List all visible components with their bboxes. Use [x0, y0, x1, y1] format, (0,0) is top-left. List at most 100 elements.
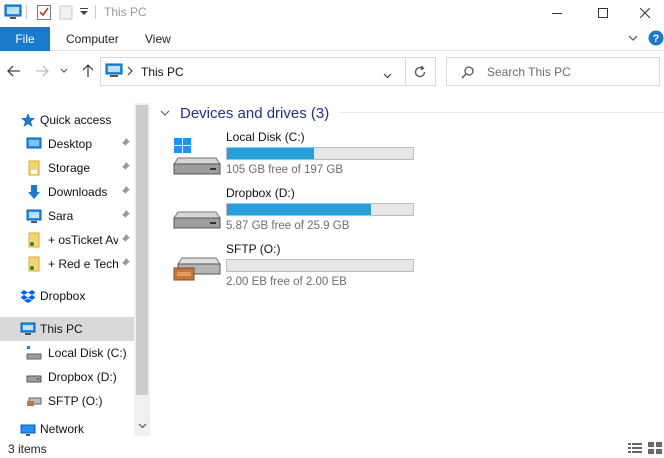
- scroll-down-icon[interactable]: [137, 422, 147, 432]
- drive-tile-dropbox-d[interactable]: Dropbox (D:) 5.87 GB free of 25.9 GB: [172, 186, 422, 242]
- close-icon: [640, 7, 650, 18]
- forward-button[interactable]: [32, 61, 52, 81]
- drive-free-space: 5.87 GB free of 25.9 GB: [226, 220, 350, 232]
- tab-computer[interactable]: Computer: [66, 27, 119, 51]
- nav-scrollbar[interactable]: [134, 103, 150, 436]
- customize-toolbar-icon[interactable]: [79, 6, 89, 24]
- chevron-down-icon: [60, 68, 68, 73]
- nav-item-storage[interactable]: Storage: [0, 156, 134, 180]
- windows-drive-icon: [172, 136, 222, 176]
- help-icon[interactable]: ?: [648, 30, 664, 49]
- expand-ribbon-icon[interactable]: [628, 32, 638, 46]
- title-bar: This PC: [0, 0, 664, 25]
- desktop-folder-icon: [26, 136, 42, 152]
- folder-icon: [26, 160, 42, 176]
- drive-usage-bar: [226, 259, 414, 272]
- address-bar[interactable]: This PC: [100, 57, 436, 86]
- nav-item-dropbox[interactable]: Dropbox: [0, 284, 134, 308]
- close-button[interactable]: [626, 0, 664, 25]
- computer-folder-icon: [26, 208, 42, 224]
- pin-icon[interactable]: [119, 233, 133, 247]
- computer-icon: [20, 321, 36, 337]
- up-button[interactable]: [78, 61, 98, 81]
- nav-item-this-pc[interactable]: This PC: [0, 317, 134, 341]
- maximize-button[interactable]: [580, 0, 625, 25]
- pin-icon[interactable]: [119, 185, 133, 199]
- network-icon: [20, 423, 36, 439]
- drive-tile-local-disk-c[interactable]: Local Disk (C:) 105 GB free of 197 GB: [172, 130, 422, 186]
- computer-icon: [105, 63, 123, 82]
- star-icon: [20, 112, 36, 128]
- breadcrumb-chevron-icon[interactable]: [127, 65, 133, 79]
- drive-name: Dropbox (D:): [226, 186, 295, 200]
- nav-item-sftp-o[interactable]: SFTP (O:): [0, 389, 134, 413]
- drive-c-icon: [26, 345, 42, 361]
- collapse-chevron-icon[interactable]: [160, 106, 170, 120]
- nav-item-downloads[interactable]: Downloads: [0, 180, 134, 204]
- nav-item-dropbox-d[interactable]: Dropbox (D:): [0, 365, 134, 389]
- window-title: This PC: [104, 5, 147, 19]
- nav-item-red-e-tech[interactable]: + Red e Techr: [0, 252, 134, 276]
- search-input[interactable]: Search This PC: [487, 65, 571, 79]
- nav-item-osticket[interactable]: + osTicket Av: [0, 228, 134, 252]
- search-icon: [461, 66, 474, 82]
- tab-file[interactable]: File: [0, 27, 50, 51]
- recent-locations-button[interactable]: [58, 61, 70, 81]
- drive-usage-bar: [226, 203, 414, 216]
- drive-name: Local Disk (C:): [226, 130, 305, 144]
- tiles-view-icon[interactable]: [648, 442, 662, 454]
- drive-usage-fill: [227, 204, 371, 215]
- details-view-icon[interactable]: [628, 442, 642, 454]
- group-header[interactable]: Devices and drives (3): [160, 104, 329, 122]
- separator: [405, 58, 406, 85]
- refresh-icon[interactable]: [413, 65, 427, 82]
- properties-icon[interactable]: [36, 3, 52, 21]
- nav-item-quick-access[interactable]: Quick access: [0, 108, 134, 132]
- minimize-button[interactable]: [534, 0, 579, 25]
- pin-icon[interactable]: [119, 209, 133, 223]
- nav-item-network[interactable]: Network: [0, 420, 134, 436]
- search-box[interactable]: Search This PC: [446, 57, 660, 86]
- ribbon: File Computer View ?: [0, 27, 664, 51]
- tab-view[interactable]: View: [145, 27, 171, 51]
- drive-free-space: 2.00 EB free of 2.00 EB: [226, 276, 347, 288]
- drive-usage-fill: [227, 148, 314, 159]
- download-icon: [26, 184, 42, 200]
- status-bar: 3 items: [0, 438, 664, 458]
- address-dropdown-icon[interactable]: [383, 68, 392, 82]
- separator: [26, 5, 27, 19]
- content-pane: Devices and drives (3) Local Disk (C:) 1…: [152, 90, 664, 436]
- new-folder-icon[interactable]: [58, 3, 74, 21]
- nav-item-desktop[interactable]: Desktop: [0, 132, 134, 156]
- drive-tile-sftp-o[interactable]: SFTP (O:) 2.00 EB free of 2.00 EB: [172, 242, 422, 298]
- nav-item-local-disk-c[interactable]: Local Disk (C:): [0, 341, 134, 365]
- up-arrow-icon: [82, 64, 94, 77]
- folder-icon: [26, 256, 42, 272]
- maximize-icon: [597, 7, 608, 18]
- drive-usage-bar: [226, 147, 414, 160]
- pin-icon[interactable]: [119, 137, 133, 151]
- separator: [95, 5, 96, 19]
- sftp-drive-icon: [26, 393, 42, 409]
- pin-icon[interactable]: [119, 161, 133, 175]
- breadcrumb-this-pc[interactable]: This PC: [141, 65, 184, 79]
- drive-icon: [26, 369, 42, 385]
- address-row: This PC Search This PC: [0, 53, 664, 89]
- folder-icon: [26, 232, 42, 248]
- drive-name: SFTP (O:): [226, 242, 281, 256]
- scrollbar-thumb[interactable]: [136, 105, 148, 395]
- sftp-drive-icon: [172, 248, 222, 288]
- minimize-icon: [551, 12, 562, 14]
- drive-free-space: 105 GB free of 197 GB: [226, 164, 343, 176]
- group-title: Devices and drives (3): [180, 104, 330, 122]
- pin-icon[interactable]: [119, 257, 133, 271]
- navigation-pane: Quick access Desktop Storage Downloads S…: [0, 103, 150, 436]
- nav-item-sara[interactable]: Sara: [0, 204, 134, 228]
- dropbox-icon: [20, 288, 36, 304]
- computer-icon[interactable]: [4, 3, 22, 21]
- back-button[interactable]: [4, 61, 24, 81]
- svg-text:?: ?: [653, 33, 660, 45]
- ribbon-controls: ?: [628, 30, 664, 49]
- item-count: 3 items: [8, 442, 47, 456]
- divider: [338, 112, 664, 113]
